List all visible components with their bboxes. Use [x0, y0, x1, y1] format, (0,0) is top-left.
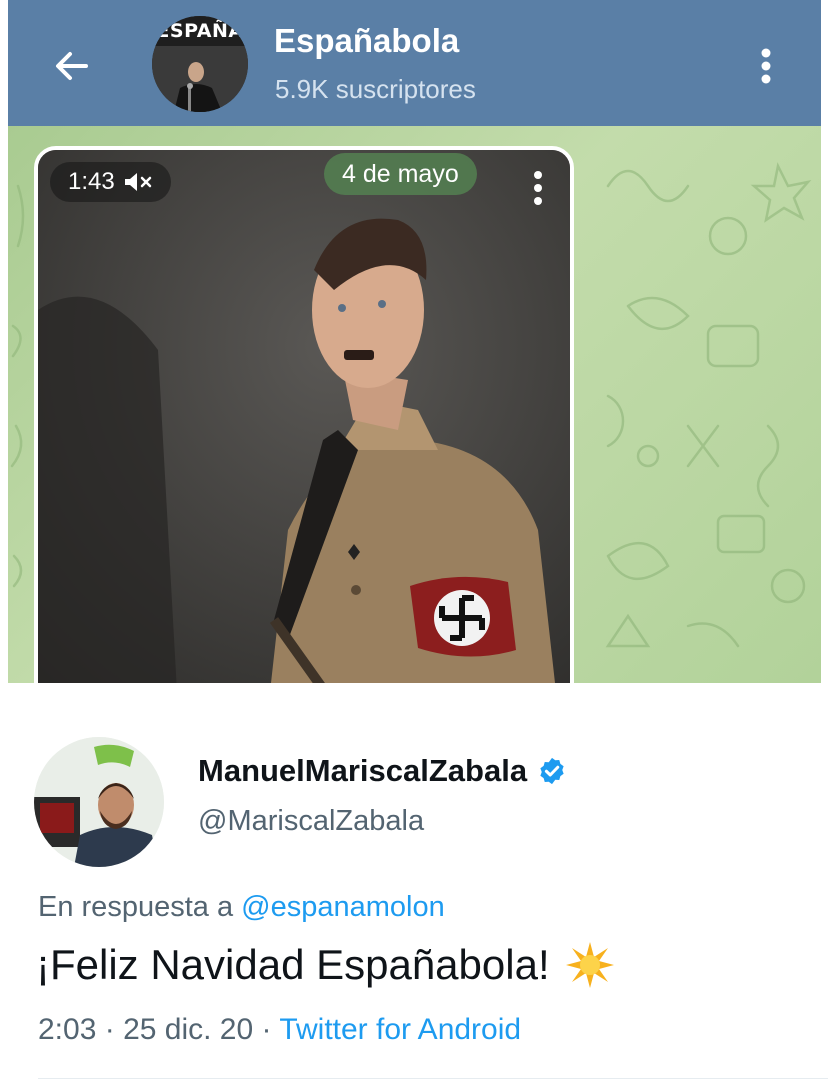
verified-badge-icon [540, 757, 564, 785]
volume-muted-icon[interactable] [123, 171, 153, 193]
channel-menu-button[interactable] [748, 40, 784, 92]
vertical-dots-icon [761, 48, 771, 84]
subscriber-count: 5.9K suscriptores [275, 74, 476, 104]
date-chip: 4 de mayo [324, 153, 477, 195]
video-thumbnail [38, 150, 570, 683]
telegram-screenshot: ESPAÑA Españabola 5.9K suscriptores 1:43… [8, 0, 821, 683]
video-duration-badge: 1:43 [50, 162, 171, 202]
user-handle[interactable]: @MariscalZabala [198, 805, 424, 838]
star-emoji-icon [565, 942, 614, 988]
tweet-source-link[interactable]: Twitter for Android [279, 1013, 521, 1046]
video-menu-button[interactable] [522, 164, 554, 212]
tweet-metadata: 2:03 · 25 dic. 20 · Twitter for Android [38, 1013, 521, 1047]
tweet-text-content: ¡Feliz Navidad Españabola! [36, 941, 550, 988]
back-button[interactable] [44, 38, 100, 94]
display-name[interactable]: ManuelMariscalZabala [198, 753, 567, 789]
tweet-date[interactable]: 25 dic. 20 [123, 1013, 253, 1046]
tweet-screenshot: ManuelMariscalZabala @MariscalZabala En … [0, 683, 828, 1090]
separator: · [104, 1013, 115, 1046]
tweet-text: ¡Feliz Navidad Españabola! [36, 939, 616, 991]
avatar[interactable] [34, 737, 164, 867]
chat-background: 1:43 4 de mayo [8, 126, 821, 683]
channel-avatar[interactable]: ESPAÑA [152, 16, 248, 112]
reply-mention-link[interactable]: @espanamolon [241, 891, 445, 923]
divider [38, 1078, 828, 1079]
reply-context: En respuesta a @espanamolon [38, 891, 445, 924]
back-arrow-icon [56, 52, 88, 80]
vertical-dots-icon [534, 171, 542, 205]
display-name-text: ManuelMariscalZabala [198, 753, 528, 788]
tweet-time[interactable]: 2:03 [38, 1013, 96, 1046]
reply-prefix: En respuesta a [38, 891, 234, 923]
video-duration-text: 1:43 [68, 168, 115, 195]
channel-header: ESPAÑA Españabola 5.9K suscriptores [8, 0, 821, 126]
separator: · [261, 1013, 272, 1046]
channel-name[interactable]: Españabola [274, 22, 459, 60]
avatar-logo-text: ESPAÑA [156, 20, 244, 42]
video-message[interactable]: 1:43 4 de mayo [34, 146, 574, 683]
avatar-photo [34, 737, 164, 867]
